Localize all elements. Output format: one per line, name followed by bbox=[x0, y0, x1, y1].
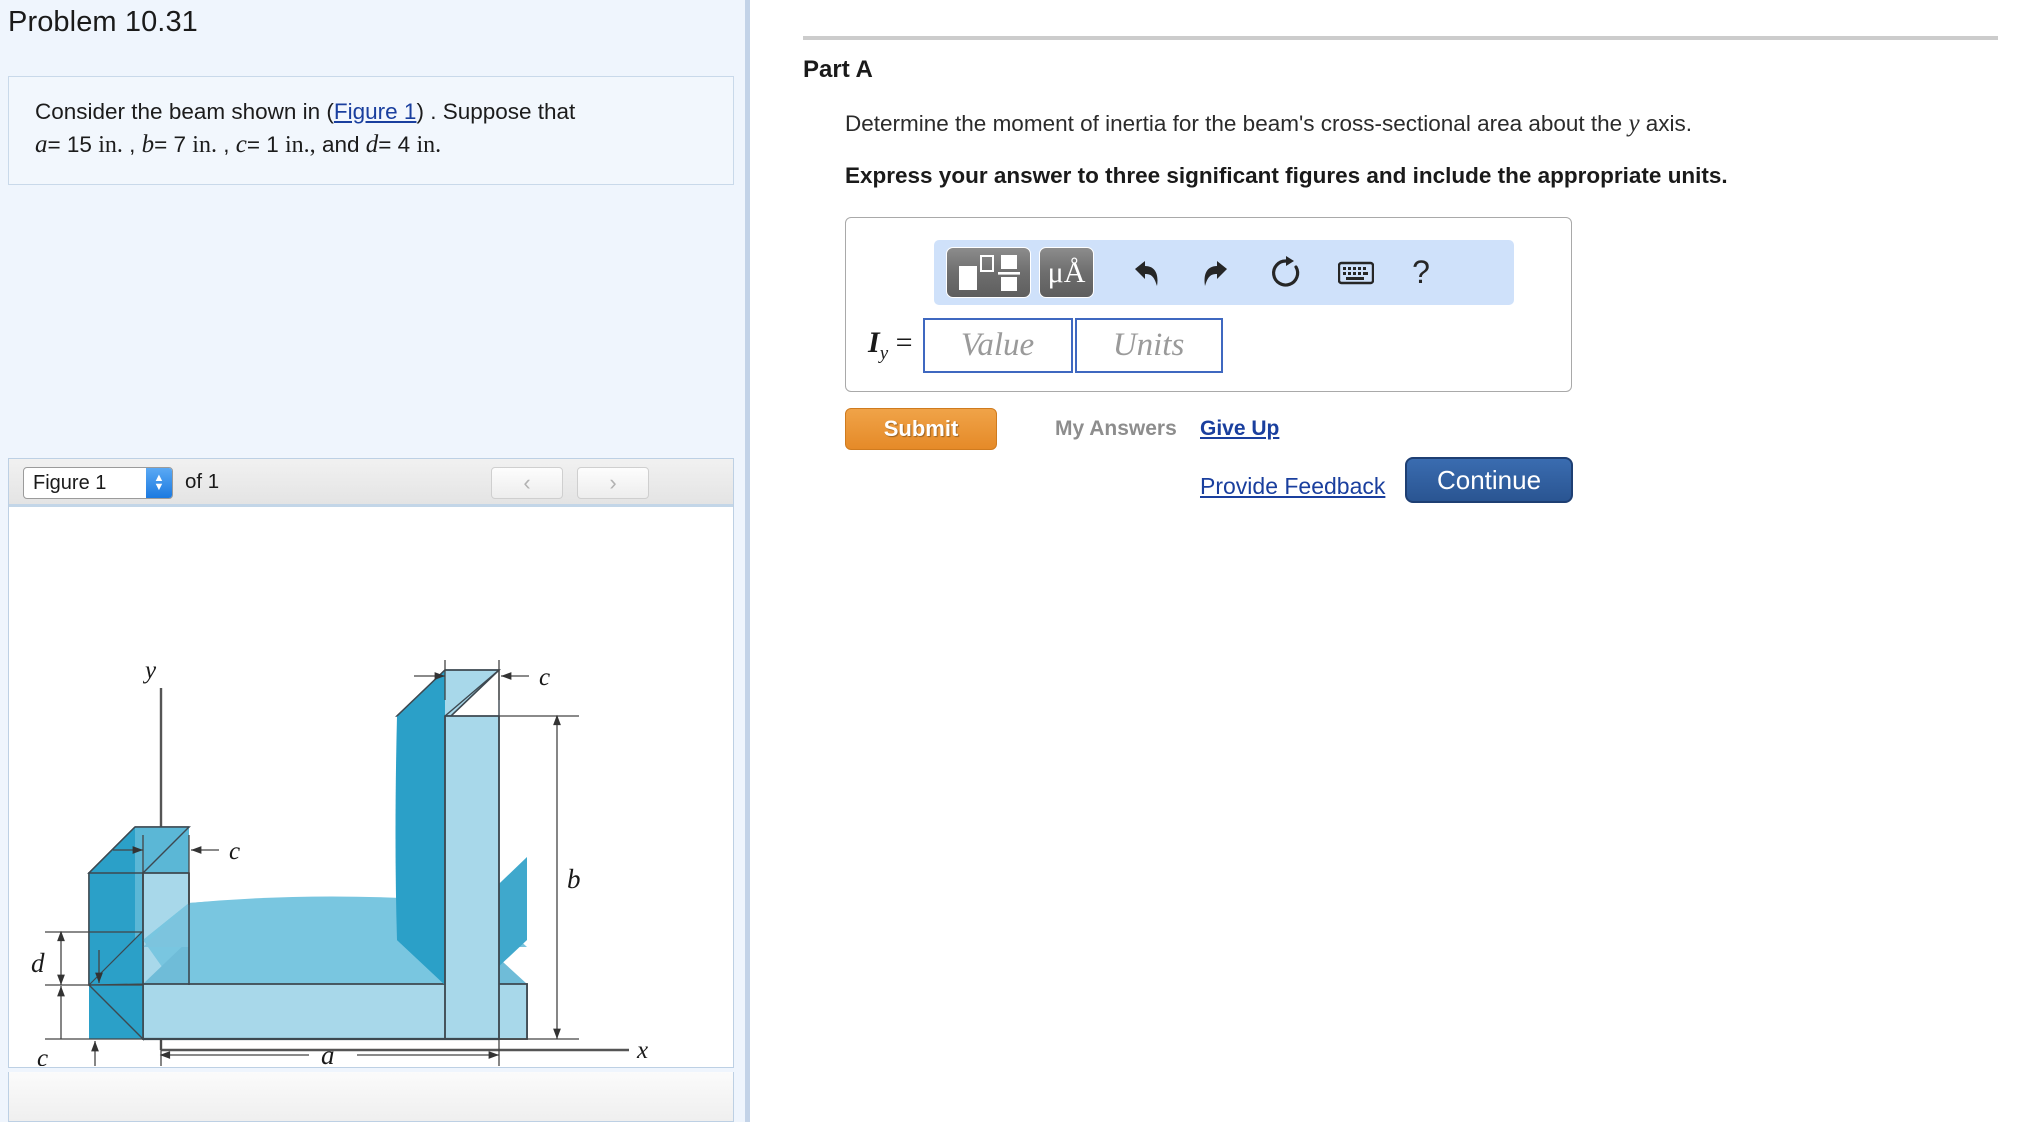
part-a-heading: Part A bbox=[803, 56, 873, 83]
svg-text:y: y bbox=[142, 657, 157, 684]
units-button-label: μÅ bbox=[1047, 255, 1086, 289]
chevron-updown-icon[interactable]: ▲ ▼ bbox=[146, 468, 172, 498]
answer-entry-box: μÅ ? Iy = Value Units bbox=[845, 217, 1572, 392]
figure-next-button[interactable]: › bbox=[577, 467, 649, 499]
section-divider bbox=[803, 36, 1998, 40]
given-c-var: c bbox=[235, 131, 247, 158]
svg-text:d: d bbox=[31, 948, 45, 978]
question-text-after: axis. bbox=[1639, 111, 1693, 136]
statement-suffix: ) . Suppose that bbox=[416, 99, 576, 124]
given-b-unit: in. bbox=[192, 132, 217, 158]
problem-page: Problem 10.31 Consider the beam shown in… bbox=[0, 0, 2018, 1122]
statement-line-2: a= 15 in. , b= 7 in. , c= 1 in., and d= … bbox=[35, 131, 442, 158]
figure-select[interactable]: Figure 1 ▲ ▼ bbox=[23, 467, 173, 499]
symbol-i: I bbox=[868, 326, 880, 359]
given-c-eq: = 1 bbox=[246, 132, 279, 157]
equals-sign: = bbox=[895, 326, 913, 359]
given-d-eq: = 4 bbox=[378, 132, 411, 157]
svg-text:x: x bbox=[636, 1037, 648, 1064]
svg-text:c: c bbox=[229, 838, 240, 865]
math-toolbar: μÅ ? bbox=[934, 240, 1514, 305]
problem-statement-box: Consider the beam shown in (Figure 1) . … bbox=[8, 76, 734, 185]
give-up-link[interactable]: Give Up bbox=[1200, 417, 1279, 441]
undo-arrow-icon[interactable] bbox=[1124, 251, 1168, 295]
given-a-unit: in. bbox=[98, 132, 123, 158]
question-prompt: Determine the moment of inertia for the … bbox=[845, 110, 1692, 138]
statement-prefix: Consider the beam shown in ( bbox=[35, 99, 334, 124]
svg-text:a: a bbox=[321, 1040, 335, 1066]
figure-image: y x c b c d c a bbox=[9, 510, 733, 1066]
symbol-subscript: y bbox=[879, 343, 889, 364]
given-d-unit: in. bbox=[416, 132, 442, 158]
help-question-icon[interactable]: ? bbox=[1406, 251, 1436, 295]
provide-feedback-link[interactable]: Provide Feedback bbox=[1200, 473, 1385, 500]
question-text-before: Determine the moment of inertia for the … bbox=[845, 111, 1629, 136]
svg-text:c: c bbox=[539, 664, 550, 691]
units-palette-button[interactable]: μÅ bbox=[1039, 247, 1094, 298]
svg-text:b: b bbox=[567, 864, 581, 894]
keyboard-icon[interactable] bbox=[1334, 251, 1378, 295]
chevron-right-icon: › bbox=[609, 470, 617, 495]
given-a-var: a bbox=[35, 131, 48, 158]
given-b-var: b bbox=[141, 131, 155, 158]
answer-input-row: Iy = Value Units bbox=[868, 318, 1223, 373]
figure-prev-button[interactable]: ‹ bbox=[491, 467, 563, 499]
figure-select-value: Figure 1 bbox=[33, 471, 107, 494]
and-word: and bbox=[321, 132, 360, 157]
template-palette-icon[interactable] bbox=[946, 247, 1031, 298]
page-title: Problem 10.31 bbox=[8, 6, 198, 38]
reset-circular-arrow-icon[interactable] bbox=[1264, 251, 1308, 295]
figure-toolbar: Figure 1 ▲ ▼ of 1 ‹ › bbox=[9, 459, 733, 507]
given-d-var: d bbox=[365, 131, 379, 158]
figure-1-link[interactable]: Figure 1 bbox=[334, 99, 417, 124]
figure-count-label: of 1 bbox=[185, 470, 220, 493]
question-axis-var: y bbox=[1628, 110, 1640, 137]
svg-text:c: c bbox=[37, 1045, 48, 1066]
my-answers-link[interactable]: My Answers bbox=[1055, 417, 1177, 441]
figure-panel: Figure 1 ▲ ▼ of 1 ‹ › y x c b c d c a bbox=[8, 458, 734, 1068]
left-problem-panel: Problem 10.31 Consider the beam shown in… bbox=[0, 0, 750, 1122]
submit-button[interactable]: Submit bbox=[845, 408, 997, 450]
continue-button[interactable]: Continue bbox=[1405, 457, 1573, 503]
redo-arrow-icon[interactable] bbox=[1194, 251, 1238, 295]
statement-line-1: Consider the beam shown in (Figure 1) . … bbox=[35, 95, 707, 128]
answer-instruction: Express your answer to three significant… bbox=[845, 163, 1728, 188]
stepper-down-glyph: ▼ bbox=[153, 481, 165, 493]
value-input[interactable]: Value bbox=[922, 318, 1073, 373]
given-c-unit: in., bbox=[285, 132, 316, 158]
chevron-left-icon: ‹ bbox=[523, 470, 531, 495]
given-a-eq: = 15 bbox=[47, 132, 92, 157]
answer-symbol-label: Iy = bbox=[868, 326, 913, 365]
figure-footer-bar bbox=[8, 1072, 734, 1122]
right-answer-panel: Part A Determine the moment of inertia f… bbox=[755, 0, 2018, 1122]
units-input[interactable]: Units bbox=[1074, 318, 1223, 373]
given-b-eq: = 7 bbox=[154, 132, 187, 157]
